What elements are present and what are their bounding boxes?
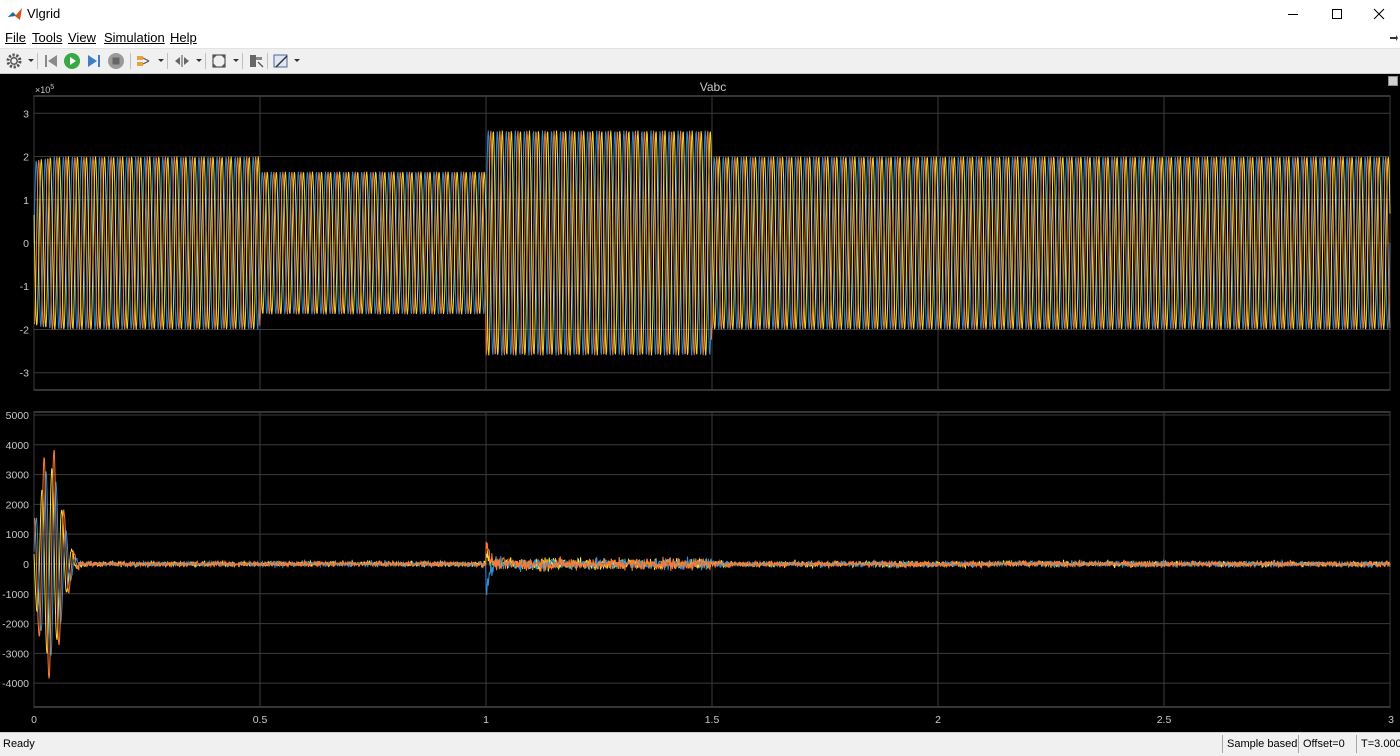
y-tick-label: -3 [20,368,29,380]
toolbar-separator [267,53,268,69]
style-dropdown-caret[interactable] [294,59,300,62]
menu-help[interactable]: Help [170,30,197,45]
settings-button[interactable] [5,52,23,70]
undock-arrow-icon[interactable] [1390,35,1398,43]
step-back-icon [45,55,57,67]
x-tick-label: 1 [483,714,489,726]
toolbar-separator [242,53,243,69]
status-ready: Ready [3,738,35,750]
y-tick-label: 3000 [6,470,30,482]
y-tick-label: 4000 [6,440,30,452]
y-tick-label: -3000 [2,648,29,660]
menu-simulation-label: Simulation [104,30,165,45]
run-button[interactable] [63,52,81,70]
menu-simulation[interactable]: Simulation [104,30,165,45]
close-button[interactable] [1358,0,1400,28]
scope-display: 3 2 1 0 -1 -2 -3 Vabc ×105 5000 4000 3000 2000 100… [0,74,1400,732]
axes-bottom: 5000 4000 3000 2000 1000 0 -1000 -2000 -3000 -400… [2,410,1394,726]
zoom-fit-button[interactable] [210,52,228,70]
signal-highlight-button[interactable] [135,52,153,70]
zoom-fit-icon [212,54,226,68]
toolbar-separator [37,53,38,69]
y-tick-label: -2 [20,324,29,336]
menu-bar: File Tools View Simulation Help [0,28,1400,49]
triggers-dropdown-caret[interactable] [196,59,202,62]
x-tick-label: 2.5 [1157,714,1172,726]
toolbar-separator [167,53,168,69]
y-tick-label: 2000 [6,499,30,511]
status-offset: Offset=0 [1298,735,1355,753]
status-time: T=3.000 [1356,735,1400,753]
scope-undock-icon[interactable] [1388,76,1398,86]
cursor-measure-button[interactable] [247,52,265,70]
y-tick-label: 1000 [6,529,30,541]
y-tick-label: 0 [23,559,29,571]
stop-icon [108,53,124,69]
axes-bottom-ytick-labels: 5000 4000 3000 2000 1000 0 -1000 -2000 -3000 -400… [2,410,29,690]
y-tick-label: -2000 [2,619,29,631]
menu-file-label: File [5,30,26,45]
x-tick-label: 3 [1388,714,1394,726]
signal-highlight-dropdown-caret[interactable] [158,59,164,62]
style-icon [273,54,288,68]
x-tick-label: 1.5 [705,714,720,726]
menu-view[interactable]: View [68,30,96,45]
zoom-dropdown-caret[interactable] [233,59,239,62]
toolbar-separator [205,53,206,69]
window-title: Vlgrid [27,6,61,21]
run-icon [64,53,80,69]
y-tick-label: -1000 [2,589,29,601]
minimize-icon [1288,14,1298,15]
y-tick-label: -4000 [2,678,29,690]
axes-top: 3 2 1 0 -1 -2 -3 Vabc ×105 [20,80,1391,391]
axes-top-exponent-base: ×10 [35,85,50,95]
stop-button[interactable] [107,52,125,70]
axes-top-exponent-power: 5 [50,84,54,91]
axes-top-title: Vabc [700,80,726,94]
x-tick-label: 0 [31,714,37,726]
maximize-icon [1332,9,1342,19]
menu-tools-label: Tools [32,30,63,45]
y-tick-label: 2 [23,152,29,164]
signal-highlight-icon [137,56,150,66]
status-bar: Ready Sample based Offset=0 T=3.000 [0,732,1400,756]
toolbar-separator [130,53,131,69]
step-back-button[interactable] [42,52,60,70]
scope-plot-svg: 3210-1-2-3 Vabc ×105 5000400030002000100… [2,80,1394,726]
menu-view-label: View [68,30,96,45]
triggers-icon [175,55,189,67]
minimize-button[interactable] [1270,0,1316,28]
triggers-button[interactable] [173,52,191,70]
axes-top-ytick-labels: 3 2 1 0 -1 -2 -3 [20,108,30,379]
matlab-icon [7,6,23,22]
close-icon [1373,8,1385,20]
menu-file[interactable]: File [5,30,26,45]
y-tick-label: -1 [20,281,29,293]
settings-dropdown-caret[interactable] [28,59,34,62]
title-bar: Vlgrid [0,0,1400,28]
cursor-measure-icon [250,55,264,68]
y-tick-label: 0 [23,238,29,250]
x-tick-label: 2 [935,714,941,726]
status-sample-mode: Sample based [1222,735,1297,753]
y-tick-label: 1 [23,195,29,207]
y-tick-label: 3 [23,108,29,120]
axes-top-exponent: ×105 [35,84,54,95]
gear-icon [6,53,22,69]
step-forward-icon [88,55,100,67]
toolbar [0,49,1400,74]
menu-tools[interactable]: Tools [32,30,62,45]
maximize-button[interactable] [1314,0,1360,28]
step-forward-button[interactable] [85,52,103,70]
x-tick-label: 0.5 [253,714,268,726]
style-button[interactable] [272,52,290,70]
y-tick-label: 5000 [6,410,30,422]
menu-help-label: Help [170,30,197,45]
axes-bottom-xtick-labels: 0 0.5 1 1.5 2 2.5 3 [31,714,1394,726]
